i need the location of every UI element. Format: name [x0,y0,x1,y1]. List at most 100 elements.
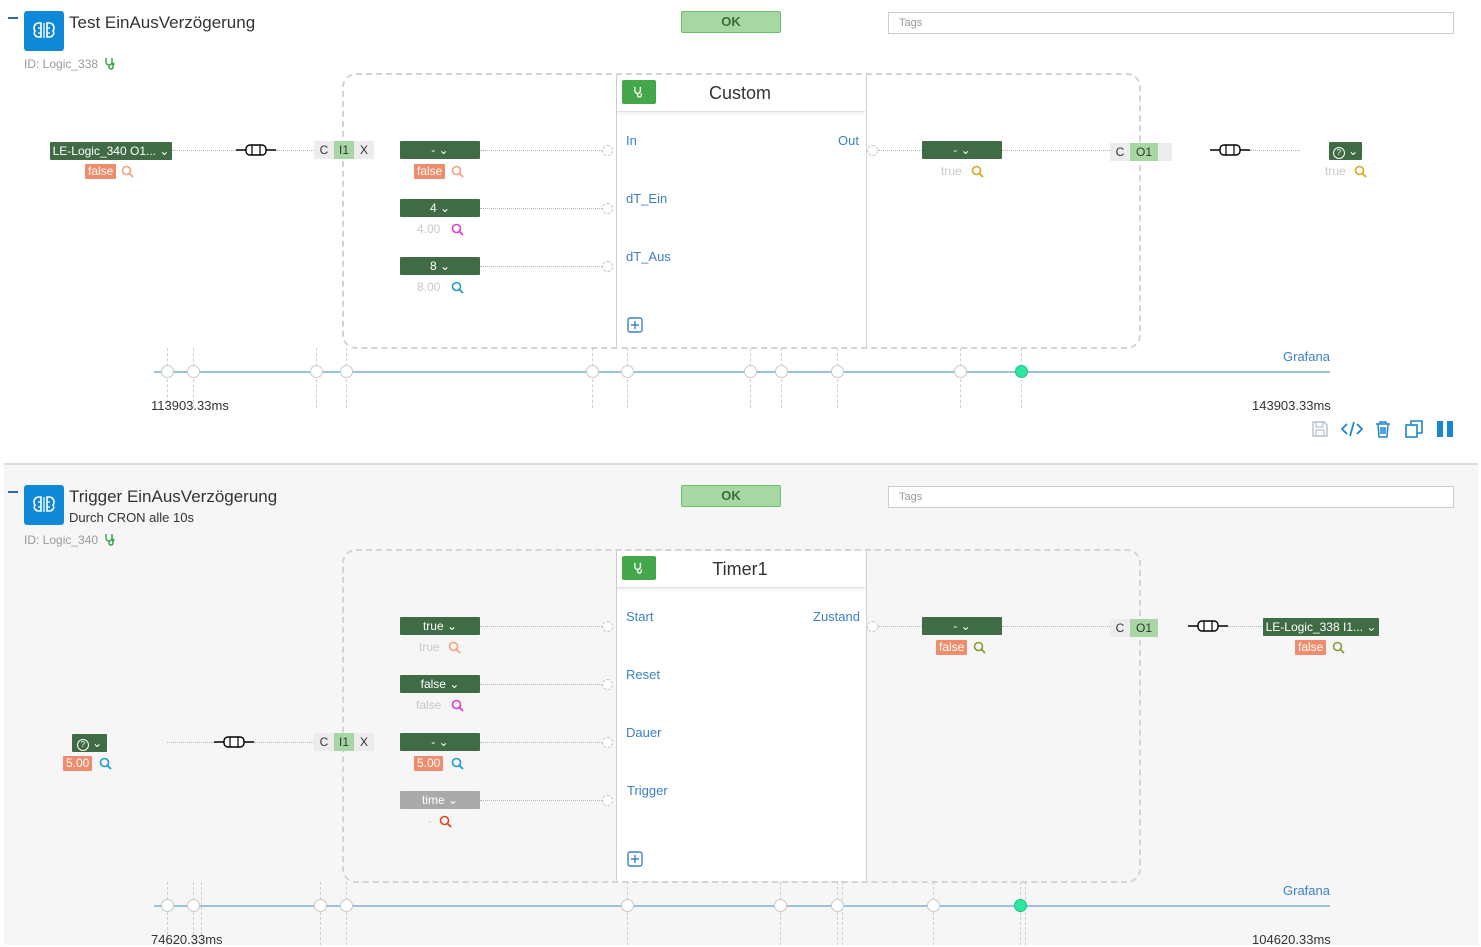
port-dauer[interactable]: Dauer [626,725,661,740]
target-select[interactable]: ? ⌄ [1329,142,1362,160]
add-input-icon[interactable] [627,317,643,333]
timeline-event[interactable] [775,365,788,378]
timeline-event[interactable] [340,899,353,912]
logic-id: ID: Logic_340 [24,533,117,547]
port-dt-ein[interactable]: dT_Ein [626,191,667,206]
input-select-dauer[interactable]: - ⌄ [400,733,480,751]
zoom-icon[interactable] [1354,165,1367,178]
input-connector[interactable]: C I1 X [314,733,374,751]
timeline-event[interactable] [310,365,323,378]
timeline-event-current[interactable] [1015,365,1028,378]
zoom-icon[interactable] [451,757,464,770]
input-select-dt-aus[interactable]: 8 ⌄ [400,257,480,275]
zoom-icon[interactable] [451,281,464,294]
connector-icon[interactable] [1188,620,1228,632]
input-connector[interactable]: C I1 X [314,141,374,159]
port-circle[interactable] [602,679,613,690]
stethoscope-icon[interactable] [104,57,117,70]
zoom-icon[interactable] [451,699,464,712]
timeline-event[interactable] [831,365,844,378]
zoom-icon[interactable] [439,815,452,828]
port-circle[interactable] [602,203,613,214]
timeline-event[interactable] [340,365,353,378]
grafana-link[interactable]: Grafana [1283,349,1330,364]
port-circle[interactable] [602,737,613,748]
output-connector[interactable]: C O1 [1110,619,1158,637]
trash-icon[interactable] [1374,420,1392,438]
source-select[interactable]: ? ⌄ [72,734,107,752]
output-select[interactable]: - ⌄ [922,141,1002,159]
timeline-event[interactable] [314,899,327,912]
port-out[interactable]: Out [838,133,859,148]
timeline-event[interactable] [774,899,787,912]
output-select[interactable]: - ⌄ [922,617,1002,635]
input-select-trigger[interactable]: time ⌄ [400,791,480,809]
zoom-icon[interactable] [99,757,112,770]
port-circle[interactable] [867,621,878,632]
port-circle[interactable] [602,621,613,632]
port-circle[interactable] [602,795,613,806]
port-zustand[interactable]: Zustand [813,609,860,624]
timeline-event[interactable] [187,899,200,912]
pause-icon[interactable] [1436,420,1454,438]
timeline-event[interactable] [187,365,200,378]
save-icon[interactable] [1311,420,1329,438]
source-select[interactable]: LE-Logic_340 O1... ⌄ [50,142,172,160]
port-start[interactable]: Start [626,609,653,624]
port-reset[interactable]: Reset [626,667,660,682]
port-circle[interactable] [602,145,613,156]
port-dt-aus[interactable]: dT_Aus [626,249,671,264]
zoom-icon[interactable] [121,165,134,178]
output-connector[interactable]: C O1 [1110,143,1172,161]
port-in[interactable]: In [626,133,637,148]
timeline-event[interactable] [586,365,599,378]
target-select[interactable]: LE-Logic_338 I1... ⌄ [1263,618,1379,636]
collapse-toggle[interactable] [8,491,18,493]
tags-input[interactable] [888,486,1454,508]
copy-icon[interactable] [1404,419,1424,439]
timeline-tick [780,882,781,945]
connection-line [480,626,602,627]
zoom-icon[interactable] [971,165,984,178]
input-select-in[interactable]: - ⌄ [400,141,480,159]
timeline-event-current[interactable] [1014,899,1027,912]
zoom-icon[interactable] [451,165,464,178]
connector-icon[interactable] [1210,144,1250,156]
timeline-tick [320,882,321,945]
timeline-event[interactable] [744,365,757,378]
port-circle[interactable] [867,145,878,156]
zoom-icon[interactable] [451,223,464,236]
zoom-icon[interactable] [448,641,461,654]
chevron-down-icon: ⌄ [439,201,451,215]
timeline-event[interactable] [927,899,940,912]
zoom-icon[interactable] [1332,641,1345,654]
input-select-dt-ein[interactable]: 4 ⌄ [400,199,480,217]
timeline-event[interactable] [621,365,634,378]
debug-toggle-button[interactable] [622,80,656,104]
connector-icon[interactable] [214,736,254,748]
add-input-icon[interactable] [627,851,643,867]
timeline-event[interactable] [831,899,844,912]
stethoscope-icon[interactable] [104,533,117,546]
debug-toggle-button[interactable] [622,556,656,580]
input-select-reset[interactable]: false ⌄ [400,675,480,693]
stethoscope-icon [634,562,642,574]
timeline-event[interactable] [954,365,967,378]
port-trigger[interactable]: Trigger [627,783,668,798]
question-icon: ? [76,739,89,751]
port-circle[interactable] [602,261,613,272]
grafana-link[interactable]: Grafana [1283,883,1330,898]
connector-icon[interactable] [236,144,276,156]
code-icon[interactable] [1341,420,1363,438]
input-select-start[interactable]: true ⌄ [400,617,480,635]
connection-line [878,150,922,151]
logic-id: ID: Logic_338 [24,57,117,71]
zoom-icon[interactable] [973,641,986,654]
tags-input[interactable] [888,12,1454,34]
timeline-event[interactable] [621,899,634,912]
timeline-event[interactable] [161,899,174,912]
timeline-event[interactable] [161,365,174,378]
collapse-toggle[interactable] [8,17,18,19]
brain-icon [24,11,64,51]
brain-icon [24,485,64,525]
